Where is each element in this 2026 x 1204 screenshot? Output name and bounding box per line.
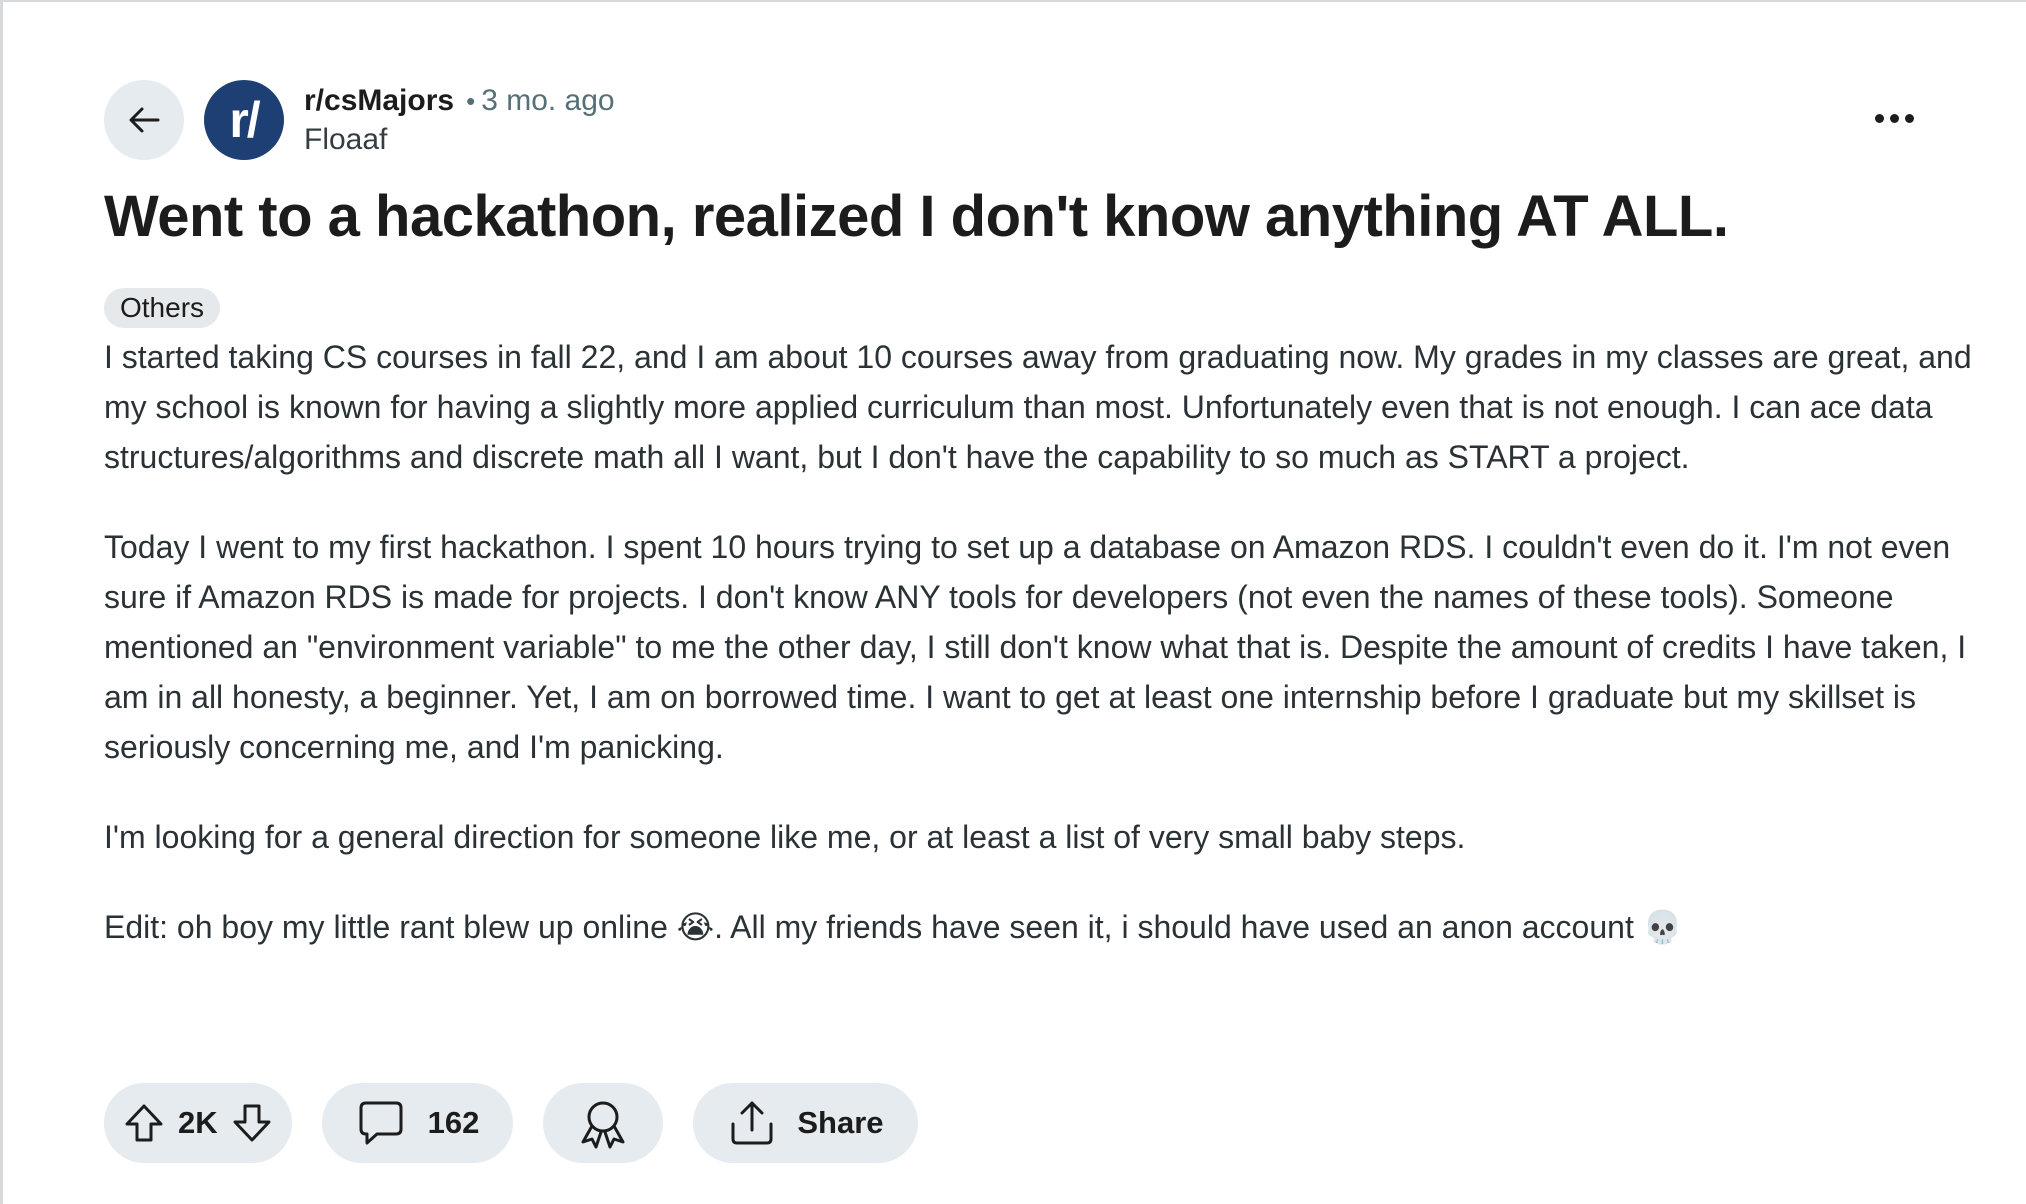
award-ribbon-icon bbox=[581, 1101, 625, 1149]
post-paragraph: Today I went to my first hackathon. I sp… bbox=[104, 529, 1967, 765]
more-horizontal-icon-dot bbox=[1889, 113, 1899, 123]
post-body: I started taking CS courses in fall 22, … bbox=[104, 332, 2004, 952]
meta-separator: • bbox=[466, 86, 476, 116]
share-label: Share bbox=[797, 1105, 884, 1140]
comment-count: 162 bbox=[427, 1105, 480, 1140]
subreddit-link[interactable]: r/csMajors bbox=[304, 81, 454, 121]
post-paragraph: I'm looking for a general direction for … bbox=[104, 819, 1466, 855]
more-options-button[interactable] bbox=[1864, 98, 1924, 138]
vote-count: 2K bbox=[178, 1105, 218, 1140]
post-action-bar: 2K 162 Share bbox=[104, 1083, 918, 1163]
comment-bubble-icon bbox=[359, 1101, 403, 1145]
more-horizontal-icon-dot bbox=[1904, 113, 1914, 123]
post-container: r/ r/csMajors • 3 mo. ago Floaaf Went to… bbox=[104, 78, 2004, 992]
arrow-left-icon bbox=[129, 107, 160, 133]
upvote-button[interactable] bbox=[122, 1101, 166, 1145]
post-header: r/ r/csMajors • 3 mo. ago Floaaf bbox=[104, 78, 2004, 162]
downvote-button[interactable] bbox=[230, 1101, 274, 1145]
downvote-arrow-icon bbox=[233, 1104, 271, 1142]
post-time: 3 mo. ago bbox=[481, 84, 615, 117]
post-paragraph: Edit: oh boy my little rant blew up onli… bbox=[104, 909, 1683, 945]
post-author[interactable]: Floaaf bbox=[304, 121, 615, 159]
post-meta-top: r/csMajors • 3 mo. ago bbox=[304, 81, 615, 121]
subreddit-avatar-text: r/ bbox=[229, 92, 260, 148]
post-meta: r/csMajors • 3 mo. ago Floaaf bbox=[304, 81, 615, 159]
post-title: Went to a hackathon, realized I don't kn… bbox=[104, 184, 1729, 249]
post-flair[interactable]: Others bbox=[104, 288, 221, 328]
share-button[interactable]: Share bbox=[693, 1083, 918, 1163]
comments-button[interactable]: 162 bbox=[321, 1083, 514, 1163]
upvote-arrow-icon bbox=[125, 1104, 163, 1142]
post-paragraph: I started taking CS courses in fall 22, … bbox=[104, 339, 1972, 475]
more-horizontal-icon bbox=[1874, 113, 1884, 123]
award-button[interactable] bbox=[543, 1083, 664, 1163]
vote-pill: 2K bbox=[104, 1083, 292, 1163]
subreddit-avatar[interactable]: r/ bbox=[204, 80, 284, 160]
back-button[interactable] bbox=[104, 80, 184, 160]
share-upload-icon bbox=[731, 1101, 773, 1145]
